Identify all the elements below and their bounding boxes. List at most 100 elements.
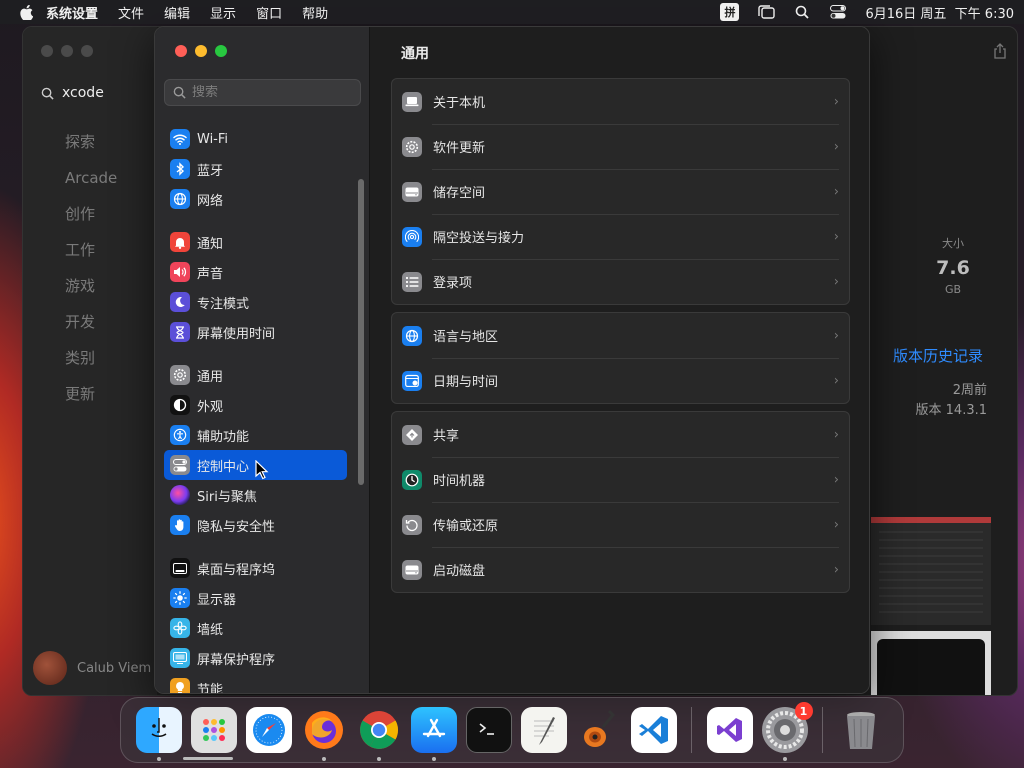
row-date-time[interactable]: 日期与时间 › [392,358,849,403]
row-login-items[interactable]: 登录项 › [392,259,849,304]
sidebar-item-screen-saver[interactable]: 屏幕保护程序 [164,643,347,673]
gear-icon [402,136,422,157]
close-button[interactable] [175,45,187,57]
settings-group-region: 语言与地区 › 日期与时间 › [391,312,850,404]
nav-categories[interactable]: 类别 [65,349,117,385]
size-value: 7.6 [936,257,970,279]
sidebar-item-network[interactable]: 网络 [164,184,347,214]
menu-window[interactable]: 窗口 [256,3,282,22]
sidebar-item-displays[interactable]: 显示器 [164,583,347,613]
trash-icon[interactable] [838,707,884,753]
sidebar-item-energy-saver[interactable]: 节能 [164,673,347,693]
garageband-icon[interactable] [576,707,622,753]
menu-app-name[interactable]: 系统设置 [46,3,98,22]
row-startup-disk[interactable]: 启动磁盘 › [392,547,849,592]
app-store-account[interactable]: Calub Viem [33,651,151,685]
row-about[interactable]: 关于本机 › [392,79,849,124]
row-transfer-reset[interactable]: 传输或还原 › [392,502,849,547]
screenshot-thumbnail-1[interactable] [871,517,991,625]
window-traffic-lights [175,45,227,57]
sidebar-item-label: 显示器 [197,592,237,608]
wifi-icon [170,129,190,149]
row-sharing[interactable]: 共享 › [392,412,849,457]
dock-running-indicator [183,757,233,760]
stage-manager-icon[interactable] [757,5,776,19]
nav-updates[interactable]: 更新 [65,385,117,421]
version-history-link[interactable]: 版本历史记录 [893,345,983,366]
nav-develop[interactable]: 开发 [65,313,117,349]
chevron-right-icon: › [833,373,839,388]
system-settings-icon[interactable]: 1 [761,702,813,761]
nav-discover[interactable]: 探索 [65,133,117,169]
zoom-button[interactable] [215,45,227,57]
dock-icon [170,558,190,578]
notification-badge: 1 [794,702,813,720]
avatar [33,651,67,685]
flower-icon [170,618,190,638]
sidebar-item-wifi[interactable]: Wi-Fi [164,124,347,154]
mouse-cursor-icon [255,460,269,480]
sidebar-item-label: 墙纸 [197,622,224,638]
firefox-icon[interactable] [301,707,347,761]
safari-icon[interactable] [245,707,292,753]
sidebar-item-screen-time[interactable]: 屏幕使用时间 [164,317,347,347]
row-airdrop-handoff[interactable]: 隔空投送与接力 › [392,214,849,259]
chrome-icon[interactable] [356,707,402,761]
sidebar-item-accessibility[interactable]: 辅助功能 [164,420,347,450]
minimize-button[interactable] [195,45,207,57]
nav-create[interactable]: 创作 [65,205,117,241]
search-icon [173,86,186,99]
nav-arcade[interactable]: Arcade [65,169,117,205]
visual-studio-icon[interactable] [706,707,753,753]
sidebar-item-label: 通知 [197,236,224,252]
appearance-icon [170,395,190,415]
row-storage[interactable]: 储存空间 › [392,169,849,214]
nav-work[interactable]: 工作 [65,241,117,277]
sidebar-item-notifications[interactable]: 通知 [164,227,347,257]
app-store-search[interactable]: xcode [33,79,153,107]
settings-search[interactable] [164,79,361,106]
vscode-icon[interactable] [630,707,677,753]
account-name: Calub Viem [77,660,152,676]
finder-icon[interactable] [135,707,182,761]
settings-content: 通用 关于本机 › 软件更新 › 储存空间 › 隔空投送与接力 › 登录项 › … [371,27,869,693]
row-software-update[interactable]: 软件更新 › [392,124,849,169]
spotlight-search-icon[interactable] [793,5,811,19]
sidebar-item-siri-spotlight[interactable]: Siri与聚焦 [164,480,347,510]
sidebar-item-general[interactable]: 通用 [164,360,347,390]
zoom-button[interactable] [81,45,93,57]
row-language-region[interactable]: 语言与地区 › [392,313,849,358]
hard-drive-icon [402,559,422,580]
close-button[interactable] [41,45,53,57]
screenshot-thumbnail-2[interactable] [871,631,991,695]
size-label: 大小 [942,237,964,250]
terminal-icon[interactable] [465,707,512,753]
control-center-icon[interactable] [829,5,847,19]
menu-help[interactable]: 帮助 [302,3,328,22]
app-store-icon[interactable] [410,707,457,761]
input-method-indicator[interactable]: 拼 [720,3,740,21]
row-time-machine[interactable]: 时间机器 › [392,457,849,502]
row-label: 隔空投送与接力 [433,231,525,246]
sidebar-item-desktop-dock[interactable]: 桌面与程序坞 [164,553,347,583]
minimize-button[interactable] [61,45,73,57]
sidebar-item-sound[interactable]: 声音 [164,257,347,287]
menu-file[interactable]: 文件 [118,3,144,22]
share-icon[interactable] [993,43,1007,59]
nav-play[interactable]: 游戏 [65,277,117,313]
apple-menu-icon[interactable] [18,4,34,20]
row-label: 关于本机 [433,96,486,111]
textedit-icon[interactable] [520,707,567,753]
sidebar-item-focus[interactable]: 专注模式 [164,287,347,317]
menubar-clock[interactable]: 6月16日 周五 下午 6:30 [865,3,1014,22]
search-input[interactable] [192,85,352,100]
sidebar-item-privacy-security[interactable]: 隐私与安全性 [164,510,347,540]
sidebar-item-bluetooth[interactable]: 蓝牙 [164,154,347,184]
menu-edit[interactable]: 编辑 [164,3,190,22]
sidebar-item-appearance[interactable]: 外观 [164,390,347,420]
sidebar-item-label: 屏幕使用时间 [197,326,276,342]
launchpad-icon[interactable] [190,707,237,753]
sidebar-scrollbar[interactable] [358,179,364,485]
menu-view[interactable]: 显示 [210,3,236,22]
sidebar-item-wallpaper[interactable]: 墙纸 [164,613,347,643]
